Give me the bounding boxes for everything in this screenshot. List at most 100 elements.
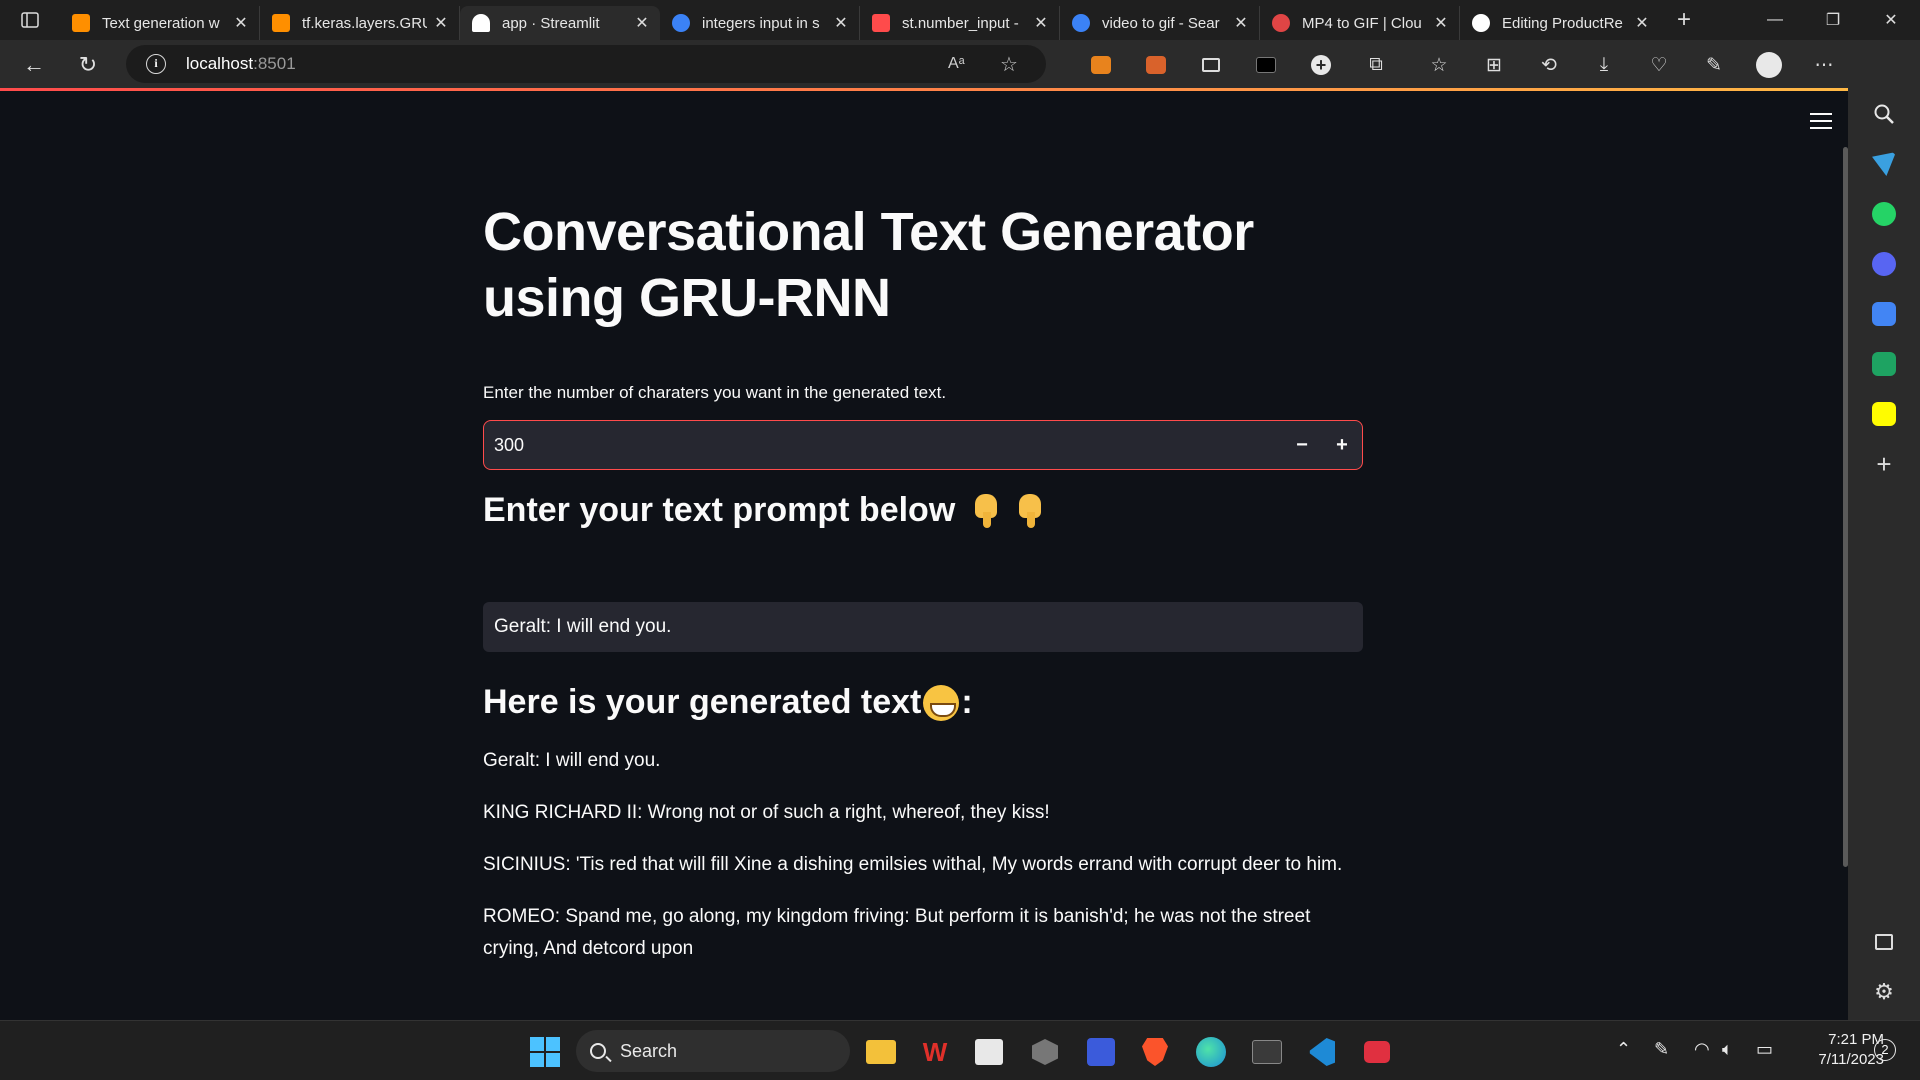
profile-avatar[interactable]: [1754, 50, 1784, 80]
windows-start-icon[interactable]: [528, 1035, 562, 1069]
show-hidden-icons-chevron-icon[interactable]: ⌃: [1616, 1039, 1631, 1060]
dark-reader-icon[interactable]: [1251, 50, 1281, 80]
site-info-icon[interactable]: i: [146, 54, 166, 74]
discord-icon[interactable]: [1868, 248, 1900, 280]
generated-text-output: Geralt: I will end you. KING RICHARD II:…: [483, 745, 1363, 985]
tab-actions-icon[interactable]: [0, 0, 60, 40]
picture-in-picture-icon[interactable]: [1196, 50, 1226, 80]
bing-search-icon: [672, 14, 690, 32]
performance-icon[interactable]: ♡: [1644, 50, 1674, 80]
read-aloud-icon[interactable]: Aᵃ: [948, 55, 978, 73]
google-chat-icon[interactable]: [1868, 348, 1900, 380]
tab-keras-gru[interactable]: tf.keras.layers.GRU ✕: [260, 6, 460, 40]
restore-icon[interactable]: ❐: [1804, 0, 1862, 40]
favorite-star-icon[interactable]: ☆: [1000, 52, 1030, 77]
streamlit-docs-icon: [872, 14, 890, 32]
brave-browser-icon[interactable]: [1138, 1035, 1172, 1069]
add-extension-icon[interactable]: +: [1306, 50, 1336, 80]
send-arrow-icon[interactable]: [1868, 148, 1900, 180]
close-window-icon[interactable]: ✕: [1862, 0, 1920, 40]
close-tab-icon[interactable]: ✕: [433, 13, 449, 33]
battery-icon[interactable]: ▭: [1756, 1039, 1773, 1060]
metamask-icon[interactable]: [1086, 50, 1116, 80]
taskbar-search-label: Search: [620, 1040, 678, 1061]
tab-text-generation[interactable]: Text generation w ✕: [60, 6, 260, 40]
tab-editing-product[interactable]: Editing ProductRe ✕: [1460, 6, 1660, 40]
notification-count-badge[interactable]: 2: [1874, 1039, 1896, 1061]
tensorflow-icon: [72, 14, 90, 32]
close-tab-icon[interactable]: ✕: [634, 13, 650, 33]
snapchat-icon[interactable]: [1868, 398, 1900, 430]
generated-paragraph: SICINIUS: 'Tis red that will fill Xine a…: [483, 854, 1343, 875]
close-tab-icon[interactable]: ✕: [1433, 13, 1449, 33]
favorites-icon[interactable]: ☆: [1424, 50, 1454, 80]
add-sidebar-app-icon[interactable]: +: [1868, 448, 1900, 480]
address-port: :8501: [253, 54, 296, 73]
tab-mp4-to-gif[interactable]: MP4 to GIF | Clou ✕: [1260, 6, 1460, 40]
close-tab-icon[interactable]: ✕: [1033, 13, 1049, 33]
app-blue-icon[interactable]: [1084, 1035, 1118, 1069]
browser-toolbar: ← ↻ i localhost:8501 Aᵃ ☆ + ⧉ ☆ ⊞ ⟲ ⤓ ♡ …: [0, 40, 1920, 90]
increment-button[interactable]: +: [1322, 422, 1362, 468]
history-icon[interactable]: ⟲: [1534, 50, 1564, 80]
taskbar-search-box[interactable]: Search: [576, 1030, 850, 1072]
microsoft-store-icon[interactable]: [972, 1035, 1006, 1069]
screen-recorder-icon[interactable]: [1360, 1035, 1394, 1069]
downloads-icon[interactable]: ⤓: [1589, 50, 1619, 80]
search-icon: [590, 1043, 606, 1059]
volume-icon[interactable]: 🔈︎: [1722, 1039, 1733, 1060]
tensorflow-icon: [272, 14, 290, 32]
generated-paragraph: KING RICHARD II: Wrong not or of such a …: [483, 802, 1050, 823]
google-translate-icon[interactable]: [1868, 298, 1900, 330]
extensions-puzzle-icon[interactable]: ⧉: [1361, 50, 1391, 80]
pen-icon[interactable]: ✎: [1654, 1039, 1669, 1060]
character-count-input[interactable]: 300 − +: [483, 420, 1363, 470]
close-tab-icon[interactable]: ✕: [833, 13, 849, 33]
new-tab-icon[interactable]: +: [1664, 6, 1704, 34]
file-explorer-icon[interactable]: [864, 1035, 898, 1069]
streamlit-app: Conversational Text Generator using GRU-…: [0, 91, 1848, 1020]
grinning-emoji-icon: [923, 684, 960, 721]
taskbar-clock[interactable]: 7:21 PM 7/11/2023: [1784, 1030, 1884, 1070]
close-tab-icon[interactable]: ✕: [233, 13, 249, 33]
collections-icon[interactable]: ⊞: [1479, 50, 1509, 80]
tab-number-input[interactable]: st.number_input - ✕: [860, 6, 1060, 40]
sidebar-settings-gear-icon[interactable]: ⚙: [1868, 976, 1900, 1008]
terminal-icon[interactable]: [1250, 1035, 1284, 1069]
copilot-edit-icon[interactable]: ✎: [1699, 50, 1729, 80]
prompt-heading-text: Enter your text prompt below: [483, 491, 956, 529]
github-icon: [1472, 14, 1490, 32]
character-count-value[interactable]: 300: [484, 435, 1282, 456]
extension-fox-icon[interactable]: [1141, 50, 1171, 80]
tab-video-to-gif[interactable]: video to gif - Sear ✕: [1060, 6, 1260, 40]
address-bar[interactable]: i localhost:8501 Aᵃ ☆: [126, 45, 1046, 83]
tab-integers-input[interactable]: integers input in s ✕: [660, 6, 860, 40]
hamburger-menu-icon[interactable]: [1810, 113, 1832, 129]
pointing-down-emoji-icon: [1013, 493, 1047, 528]
tab-streamlit-app[interactable]: app · Streamlit ✕: [460, 6, 660, 40]
generated-text-heading: Here is your generated text :: [483, 683, 1363, 722]
refresh-icon[interactable]: ↻: [62, 40, 114, 90]
wps-office-icon[interactable]: W: [918, 1035, 952, 1069]
wifi-icon[interactable]: ◠: [1694, 1039, 1710, 1060]
search-icon[interactable]: [1868, 98, 1900, 130]
close-tab-icon[interactable]: ✕: [1634, 13, 1650, 33]
text-prompt-input[interactable]: Geralt: I will end you.: [483, 602, 1363, 652]
hide-sidebar-icon[interactable]: [1868, 926, 1900, 958]
address-host: localhost: [186, 54, 254, 73]
browser-tab-strip: Text generation w ✕ tf.keras.layers.GRU ✕ …: [0, 0, 1920, 40]
back-arrow-icon[interactable]: ←: [8, 40, 60, 90]
page-title: Conversational Text Generator using GRU-…: [483, 202, 1254, 328]
whatsapp-icon[interactable]: [1868, 198, 1900, 230]
minimize-icon[interactable]: —: [1746, 0, 1804, 40]
decrement-button[interactable]: −: [1282, 422, 1322, 468]
app-hexagon-icon[interactable]: [1028, 1035, 1062, 1069]
clock-time: 7:21 PM: [1828, 1031, 1884, 1048]
close-tab-icon[interactable]: ✕: [1233, 13, 1249, 33]
clock-date: 7/11/2023: [1818, 1051, 1884, 1068]
prompt-heading: Enter your text prompt below: [483, 491, 1363, 530]
more-menu-icon[interactable]: ⋯: [1809, 50, 1839, 80]
edge-browser-icon[interactable]: [1194, 1035, 1228, 1069]
generated-paragraph: ROMEO: Spand me, go along, my kingdom fr…: [483, 906, 1311, 959]
vscode-icon[interactable]: [1304, 1035, 1338, 1069]
